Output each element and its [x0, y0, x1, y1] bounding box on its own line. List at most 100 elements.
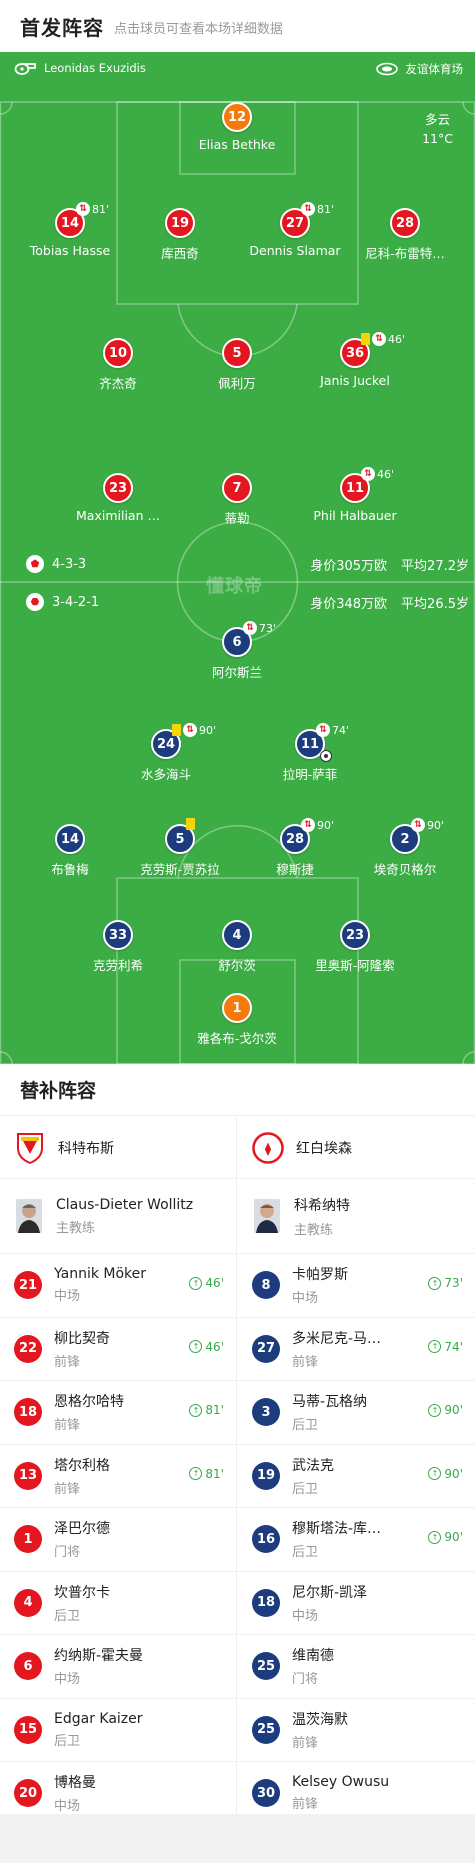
home-stats: 身价305万欧 平均27.2岁	[310, 555, 469, 574]
sub-time: 81'	[92, 202, 110, 216]
player-events: ⇅ 73'	[243, 621, 276, 635]
sub-in-icon: ↑	[189, 1276, 203, 1290]
away-coach-avatar	[254, 1199, 280, 1233]
home-sub-row[interactable]: 4 坎普尔卡 后卫	[0, 1572, 236, 1635]
home-team-row[interactable]: 科特布斯	[0, 1117, 236, 1179]
away-sub-row[interactable]: 16 穆斯塔法-库… 后卫 ↑ 90'	[238, 1508, 475, 1572]
player-events: ⇅ 74'	[316, 723, 349, 737]
player-number: 5	[222, 338, 252, 368]
player-name: 里奥斯-阿隆索	[315, 958, 395, 973]
sub-time: 46'	[388, 332, 406, 346]
sub-position: 后卫	[54, 1608, 81, 1624]
substitution-icon: ⇅	[301, 202, 315, 216]
referee: Leonidas Exuzidis	[14, 61, 146, 75]
svg-text:⧫: ⧫	[265, 1142, 272, 1157]
sub-number: 6	[14, 1652, 42, 1681]
sub-number: 18	[14, 1398, 42, 1427]
substitution-icon: ⇅	[372, 332, 386, 346]
sub-in-time: ↑ 46'	[189, 1340, 224, 1354]
away-team-logo-icon: ⬣	[26, 593, 44, 611]
player-name: 埃奇贝格尔	[373, 862, 437, 877]
home-sub-row[interactable]: 13 塔尔利格 前锋 ↑ 81'	[0, 1445, 236, 1508]
sub-position: 前锋	[54, 1481, 81, 1497]
player-number: 14	[55, 824, 85, 854]
sub-position: 前锋	[292, 1735, 319, 1751]
away-sub-row[interactable]: 18 尼尔斯-凯泽 中场	[238, 1572, 475, 1635]
sub-position: 后卫	[292, 1545, 319, 1561]
player-name: 舒尔茨	[218, 958, 256, 973]
player-name: Tobias Hasse	[29, 243, 111, 258]
away-sub-row[interactable]: 27 多米尼克-马… 前锋 ↑ 74'	[238, 1318, 475, 1381]
sub-in-icon: ↑	[428, 1276, 442, 1290]
home-sub-row[interactable]: 6 约纳斯-霍夫曼 中场	[0, 1635, 236, 1699]
sub-name: 约纳斯-霍夫曼	[54, 1648, 144, 1665]
away-coach-name: 科希纳特	[294, 1197, 350, 1214]
sub-number: 4	[14, 1588, 42, 1617]
goal-ball-icon	[320, 750, 332, 762]
substitution-icon: ⇅	[243, 621, 257, 635]
away-sub-row[interactable]: 8 卡帕罗斯 中场 ↑ 73'	[238, 1254, 475, 1318]
sub-in-time: ↑ 90'	[428, 1403, 463, 1417]
sub-in-minute: 90'	[444, 1466, 463, 1481]
home-team-name: 科特布斯	[58, 1140, 114, 1157]
player-events: ⇅ 90'	[301, 818, 334, 832]
sub-time: 90'	[427, 818, 445, 832]
home-coach-name: Claus-Dieter Wollitz	[56, 1196, 194, 1213]
home-sub-row[interactable]: 15 Edgar Kaizer 后卫	[0, 1699, 236, 1762]
sub-in-minute: 74'	[444, 1339, 463, 1354]
sub-in-icon: ↑	[428, 1340, 442, 1353]
home-sub-row[interactable]: 18 恩格尔哈特 前锋 ↑ 81'	[0, 1381, 236, 1445]
sub-in-time: ↑ 90'	[428, 1530, 463, 1544]
player-name: 尼科-布雷特…	[365, 246, 445, 261]
player-events: ⇅ 46'	[361, 467, 394, 481]
away-team-row[interactable]: ⧫ 红白埃森	[238, 1117, 475, 1179]
sub-name: 塔尔利格	[54, 1457, 110, 1474]
sub-name: 穆斯塔法-库…	[292, 1521, 382, 1538]
away-team-logo-icon: ⧫	[252, 1131, 284, 1164]
player-events: ⇅ 46'	[361, 332, 405, 346]
away-sub-row[interactable]: 3 马蒂-瓦格纳 后卫 ↑ 90'	[238, 1381, 475, 1445]
substitution-icon: ⇅	[361, 467, 375, 481]
home-sub-row[interactable]: 1 泽巴尔德 门将	[0, 1508, 236, 1572]
sub-number: 13	[14, 1461, 42, 1490]
player-events: ⇅ 81'	[301, 202, 334, 216]
stadium: 友谊体育场	[375, 61, 464, 77]
sub-name: 多米尼克-马…	[292, 1330, 382, 1347]
home-sub-row[interactable]: 21 Yannik Möker 中场 ↑ 46'	[0, 1254, 236, 1318]
whistle-icon	[14, 63, 36, 75]
away-sub-row[interactable]: 25 温茨海默 前锋	[238, 1699, 475, 1762]
sub-number: 1	[14, 1525, 42, 1554]
sub-name: Yannik Möker	[54, 1266, 147, 1283]
sub-position: 中场	[54, 1672, 81, 1688]
home-team-logo-icon: ⬟	[26, 555, 44, 573]
sub-in-icon: ↑	[189, 1403, 203, 1417]
weather: 多云 11°C	[422, 110, 453, 148]
player-name: Phil Halbauer	[313, 508, 397, 523]
player-name: 水多海斗	[140, 767, 191, 782]
yellow-card-icon	[186, 818, 195, 830]
sub-time: 90'	[199, 723, 217, 737]
player-number: 23	[103, 473, 133, 503]
substitution-icon: ⇅	[316, 723, 330, 737]
away-coach-row[interactable]: 科希纳特 主教练	[238, 1179, 475, 1254]
lineup-subtitle: 点击球员可查看本场详细数据	[114, 21, 284, 37]
home-coach-avatar	[16, 1199, 42, 1233]
home-value: 身价305万欧	[310, 559, 388, 574]
player-events	[186, 818, 195, 830]
home-coach-row[interactable]: Claus-Dieter Wollitz 主教练	[0, 1179, 236, 1254]
player-number: 4	[222, 920, 252, 950]
home-sub-row[interactable]: 22 柳比契奇 前锋 ↑ 46'	[0, 1318, 236, 1381]
sub-position: 后卫	[292, 1418, 319, 1434]
away-sub-row[interactable]: 25 维南德 门将	[238, 1635, 475, 1699]
watermark: 懂球帝	[206, 576, 263, 597]
sub-number: 15	[14, 1715, 42, 1744]
stadium-name: 友谊体育场	[405, 62, 464, 76]
away-sub-row[interactable]: 19 武法克 后卫 ↑ 90'	[238, 1445, 475, 1508]
sub-number: 21	[14, 1271, 42, 1300]
player-number: 19	[165, 208, 195, 238]
sub-position: 前锋	[54, 1418, 81, 1434]
lineup-header: 首发阵容 点击球员可查看本场详细数据	[0, 0, 475, 52]
sub-position: 前锋	[292, 1354, 319, 1370]
sub-number: 3	[252, 1398, 280, 1427]
sub-in-icon: ↑	[428, 1403, 442, 1417]
